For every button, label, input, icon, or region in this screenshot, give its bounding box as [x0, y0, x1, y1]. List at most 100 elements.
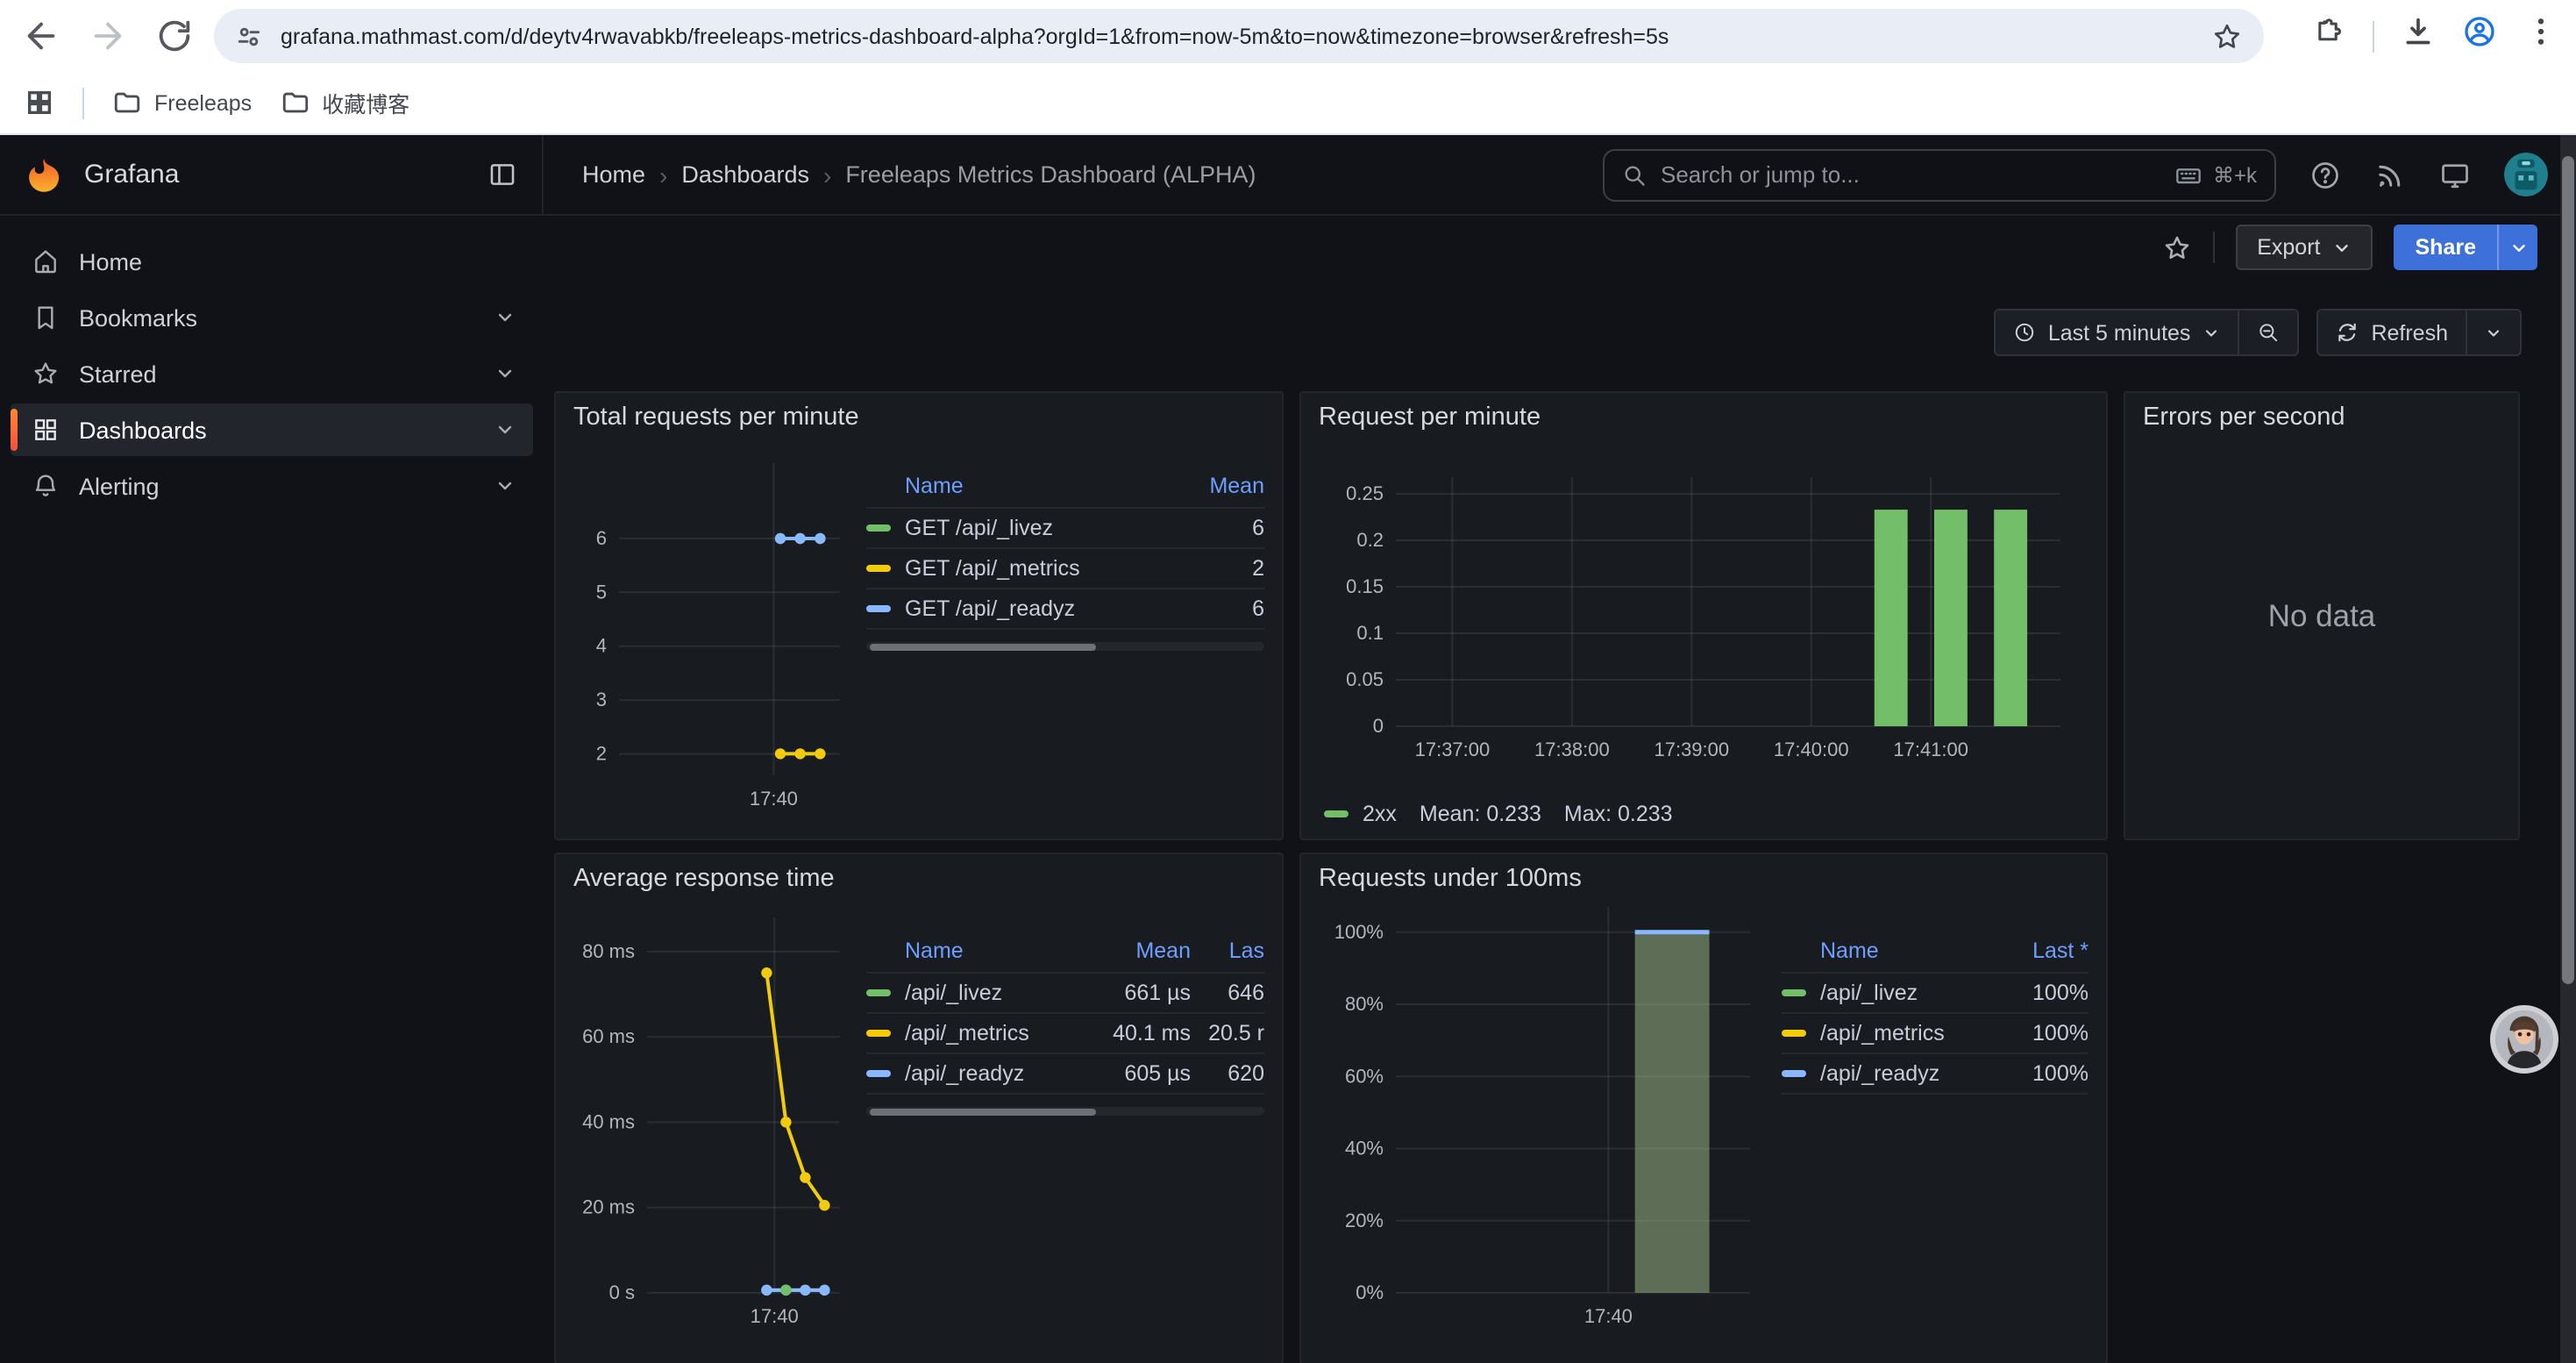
refresh-button[interactable]: Refresh — [2318, 310, 2466, 354]
panel-total-requests[interactable]: Total requests per minute 6543217:40 Nam… — [554, 391, 1284, 840]
back-icon[interactable] — [21, 16, 61, 56]
assistant-avatar-overlay[interactable] — [2490, 1005, 2558, 1074]
panel-requests-under-100ms[interactable]: Requests under 100ms 100%80%60%40%20%0%1… — [1299, 853, 2108, 1363]
sidebar-item-dashboards[interactable]: Dashboards — [11, 403, 533, 456]
series-name[interactable]: /api/_livez — [905, 981, 1002, 1005]
user-avatar[interactable] — [2504, 153, 2548, 196]
export-button[interactable]: Export — [2236, 225, 2373, 270]
series-swatch — [1782, 989, 1806, 997]
column-last[interactable]: Last * — [1997, 938, 2089, 963]
legend-row[interactable]: GET /api/_livez 6 — [866, 507, 1264, 547]
column-mean[interactable]: Mean — [1110, 938, 1191, 963]
bookmark-folder-blogs[interactable]: 收藏博客 — [280, 86, 409, 119]
series-name[interactable]: /api/_readyz — [1820, 1061, 1939, 1086]
profile-icon[interactable] — [2462, 14, 2497, 58]
column-name[interactable]: Name — [866, 474, 1184, 498]
sidebar-item-starred[interactable]: Starred — [11, 347, 533, 400]
legend-row[interactable]: /api/_readyz 100% — [1782, 1053, 2089, 1093]
legend-row[interactable]: GET /api/_metrics 2 — [866, 547, 1264, 588]
legend-row[interactable]: /api/_metrics 100% — [1782, 1012, 2089, 1053]
svg-text:17:40: 17:40 — [1584, 1305, 1633, 1327]
news-rss-icon[interactable] — [2374, 159, 2406, 190]
legend-scrollbar[interactable] — [866, 642, 1264, 651]
svg-text:0%: 0% — [1356, 1281, 1384, 1303]
legend-scrollbar-thumb[interactable] — [870, 643, 1097, 650]
chevron-down-icon[interactable] — [495, 475, 516, 496]
reload-icon[interactable] — [154, 16, 195, 56]
refresh-interval-button[interactable] — [2466, 310, 2520, 354]
breadcrumb-home[interactable]: Home — [582, 161, 645, 188]
search-placeholder: Search or jump to... — [1661, 161, 1860, 188]
extensions-icon[interactable] — [2311, 14, 2346, 58]
favorite-star-icon[interactable] — [2162, 232, 2192, 262]
column-name[interactable]: Name — [1782, 938, 1997, 963]
help-icon[interactable] — [2309, 159, 2341, 190]
legend-row[interactable]: GET /api/_readyz 6 — [866, 588, 1264, 628]
zoom-out-button[interactable] — [2238, 310, 2297, 354]
bookmark-folder-freeleaps[interactable]: Freeleaps — [112, 88, 252, 118]
sidebar-item-alerting[interactable]: Alerting — [11, 460, 533, 512]
chevron-down-icon[interactable] — [495, 419, 516, 440]
export-label: Export — [2257, 235, 2320, 260]
series-last: 100% — [1997, 1021, 2089, 1045]
bookmark-star-icon[interactable] — [2211, 20, 2243, 52]
panel-errors-per-second[interactable]: Errors per second No data — [2124, 391, 2520, 840]
bookmark-label: 收藏博客 — [322, 86, 409, 119]
column-mean[interactable]: Mean — [1184, 474, 1264, 498]
url-bar[interactable]: grafana.mathmast.com/d/deytv4rwavabkb/fr… — [214, 9, 2264, 63]
site-settings-icon[interactable] — [235, 22, 263, 50]
grafana-logo-icon[interactable] — [25, 155, 63, 194]
series-swatch — [866, 1030, 891, 1038]
share-menu-button[interactable] — [2497, 225, 2537, 270]
chevron-down-icon — [2333, 238, 2352, 257]
star-icon — [32, 360, 60, 388]
browser-menu-icon[interactable] — [2523, 14, 2558, 58]
panel-average-response-time[interactable]: Average response time 80 ms60 ms40 ms20 … — [554, 853, 1284, 1363]
series-name[interactable]: GET /api/_readyz — [905, 596, 1075, 621]
panel-request-per-minute[interactable]: Request per minute 0.250.20.150.10.05017… — [1299, 391, 2108, 840]
svg-text:60%: 60% — [1345, 1065, 1384, 1087]
series-name[interactable]: 2xx — [1363, 802, 1397, 826]
chevron-down-icon — [2485, 324, 2502, 341]
average-response-time-chart: 80 ms60 ms40 ms20 ms0 s17:40 — [573, 893, 857, 1342]
sidebar-item-bookmarks[interactable]: Bookmarks — [11, 291, 533, 344]
legend-row[interactable]: /api/_readyz 605 µs 620 — [866, 1053, 1264, 1093]
forward-icon[interactable] — [88, 16, 128, 56]
monitor-icon[interactable] — [2439, 159, 2471, 190]
svg-text:17:40: 17:40 — [750, 788, 798, 810]
grafana-header: Grafana Home › Dashboards › Freeleaps Me… — [0, 135, 2576, 216]
series-mean: 6 — [1184, 596, 1264, 621]
search-input[interactable]: Search or jump to... ⌘+k — [1603, 148, 2276, 201]
series-name[interactable]: /api/_livez — [1820, 981, 1918, 1005]
chevron-down-icon[interactable] — [495, 363, 516, 384]
share-split-button: Share — [2395, 225, 2538, 270]
panel-title: Requests under 100ms — [1319, 865, 2089, 893]
page-scrollbar[interactable] — [2560, 135, 2576, 1363]
legend-row[interactable]: /api/_livez 100% — [1782, 972, 2089, 1012]
legend-scrollbar[interactable] — [866, 1107, 1264, 1116]
url-text[interactable]: grafana.mathmast.com/d/deytv4rwavabkb/fr… — [281, 24, 2211, 48]
sidebar-item-home[interactable]: Home — [11, 235, 533, 288]
chevron-down-icon[interactable] — [495, 307, 516, 328]
series-name[interactable]: /api/_readyz — [905, 1061, 1024, 1086]
legend-table: Name Mean Las /api/_livez 661 µs 646 — [866, 938, 1264, 1116]
series-name[interactable]: /api/_metrics — [1820, 1021, 1945, 1045]
column-last[interactable]: Las — [1191, 938, 1264, 963]
breadcrumb-dashboards[interactable]: Dashboards — [681, 161, 809, 188]
no-data-message: No data — [2125, 393, 2518, 838]
page-scrollbar-thumb[interactable] — [2562, 156, 2574, 984]
refresh-icon — [2336, 321, 2359, 344]
sidebar-toggle-icon[interactable] — [487, 160, 517, 189]
download-icon[interactable] — [2401, 14, 2436, 58]
series-name[interactable]: /api/_metrics — [905, 1021, 1029, 1045]
time-range-picker[interactable]: Last 5 minutes — [1996, 310, 2238, 354]
apps-grid-icon[interactable] — [25, 88, 54, 118]
legend-scrollbar-thumb[interactable] — [870, 1108, 1097, 1115]
legend-row[interactable]: /api/_livez 661 µs 646 — [866, 972, 1264, 1012]
series-name[interactable]: GET /api/_livez — [905, 516, 1053, 540]
column-name[interactable]: Name — [866, 938, 1110, 963]
series-name[interactable]: GET /api/_metrics — [905, 556, 1080, 581]
share-button[interactable]: Share — [2395, 225, 2498, 270]
legend-row[interactable]: /api/_metrics 40.1 ms 20.5 r — [866, 1012, 1264, 1053]
search-icon — [1622, 162, 1647, 187]
